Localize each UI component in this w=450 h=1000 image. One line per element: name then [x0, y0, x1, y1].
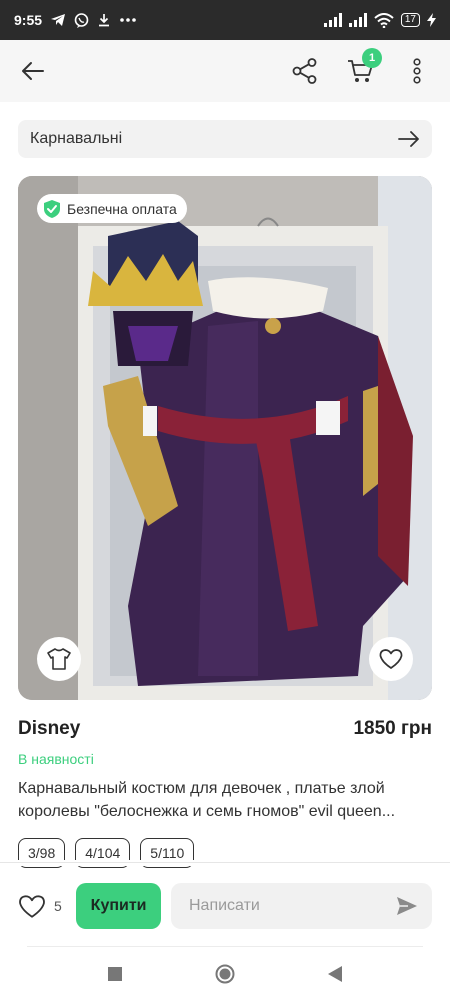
back-nav-button[interactable]	[320, 959, 350, 989]
category-link[interactable]: Карнавальні	[18, 120, 432, 158]
more-vertical-icon	[413, 58, 421, 84]
nav-divider	[27, 946, 423, 947]
download-icon	[97, 13, 111, 27]
send-icon[interactable]	[396, 896, 418, 916]
brand-name[interactable]: Disney	[18, 718, 80, 740]
telegram-icon	[50, 13, 66, 27]
recent-apps-button[interactable]	[100, 959, 130, 989]
description-line: Карнавальный костюм для девочек , платье…	[18, 780, 385, 797]
product-photo[interactable]: Безпечна оплата	[18, 176, 432, 700]
system-nav-bar	[0, 948, 450, 1000]
price: 1850 грн	[353, 718, 432, 739]
bottom-bar-divider	[0, 862, 450, 863]
more-options-button[interactable]	[400, 54, 434, 88]
status-time: 9:55	[14, 12, 43, 28]
buy-button[interactable]: Купити	[76, 883, 161, 929]
costume-photo-illustration	[18, 176, 432, 700]
safe-payment-badge: Безпечна оплата	[37, 194, 187, 223]
listing-description[interactable]: Карнавальный костюм для девочек , платье…	[18, 777, 432, 823]
like-button[interactable]: 5	[18, 894, 66, 919]
wifi-icon	[374, 12, 394, 28]
viber-icon	[74, 12, 89, 28]
heart-icon	[379, 649, 403, 669]
arrow-right-icon	[398, 131, 419, 147]
charging-icon	[427, 13, 436, 27]
cart-button[interactable]: 1	[344, 48, 382, 88]
circle-icon	[215, 964, 235, 984]
message-input[interactable]	[189, 897, 396, 915]
more-notifications-icon	[119, 17, 137, 23]
heart-outline-icon	[19, 894, 45, 918]
battery-indicator: 17	[400, 13, 420, 27]
category-label: Карнавальні	[30, 130, 123, 147]
signal-icon-1	[323, 13, 342, 27]
status-bar: 9:55 17	[0, 0, 450, 40]
like-count: 5	[54, 898, 62, 914]
square-icon	[108, 967, 122, 981]
share-button[interactable]	[288, 54, 322, 88]
favorite-photo-button[interactable]	[369, 637, 413, 681]
safe-payment-label: Безпечна оплата	[67, 200, 177, 217]
shield-check-icon	[44, 199, 60, 218]
cart-count-badge: 1	[362, 48, 382, 68]
triangle-back-icon	[328, 966, 342, 982]
share-icon	[292, 58, 317, 84]
back-button[interactable]	[16, 54, 50, 88]
description-line: королевы "белоснежка и семь гномов" evil…	[18, 803, 396, 820]
size-info-button[interactable]	[37, 637, 81, 681]
signal-icon-2	[348, 13, 367, 27]
bottom-action-bar: 5 Купити	[0, 868, 450, 944]
home-button[interactable]	[210, 959, 240, 989]
message-field[interactable]	[171, 883, 432, 929]
tshirt-icon	[47, 648, 71, 670]
listing-title-row: Disney 1850 грн	[18, 718, 432, 740]
app-bar: 1	[0, 40, 450, 102]
scroll-fade	[0, 860, 450, 866]
arrow-left-icon	[22, 62, 44, 80]
availability-status: В наявності	[18, 751, 94, 767]
